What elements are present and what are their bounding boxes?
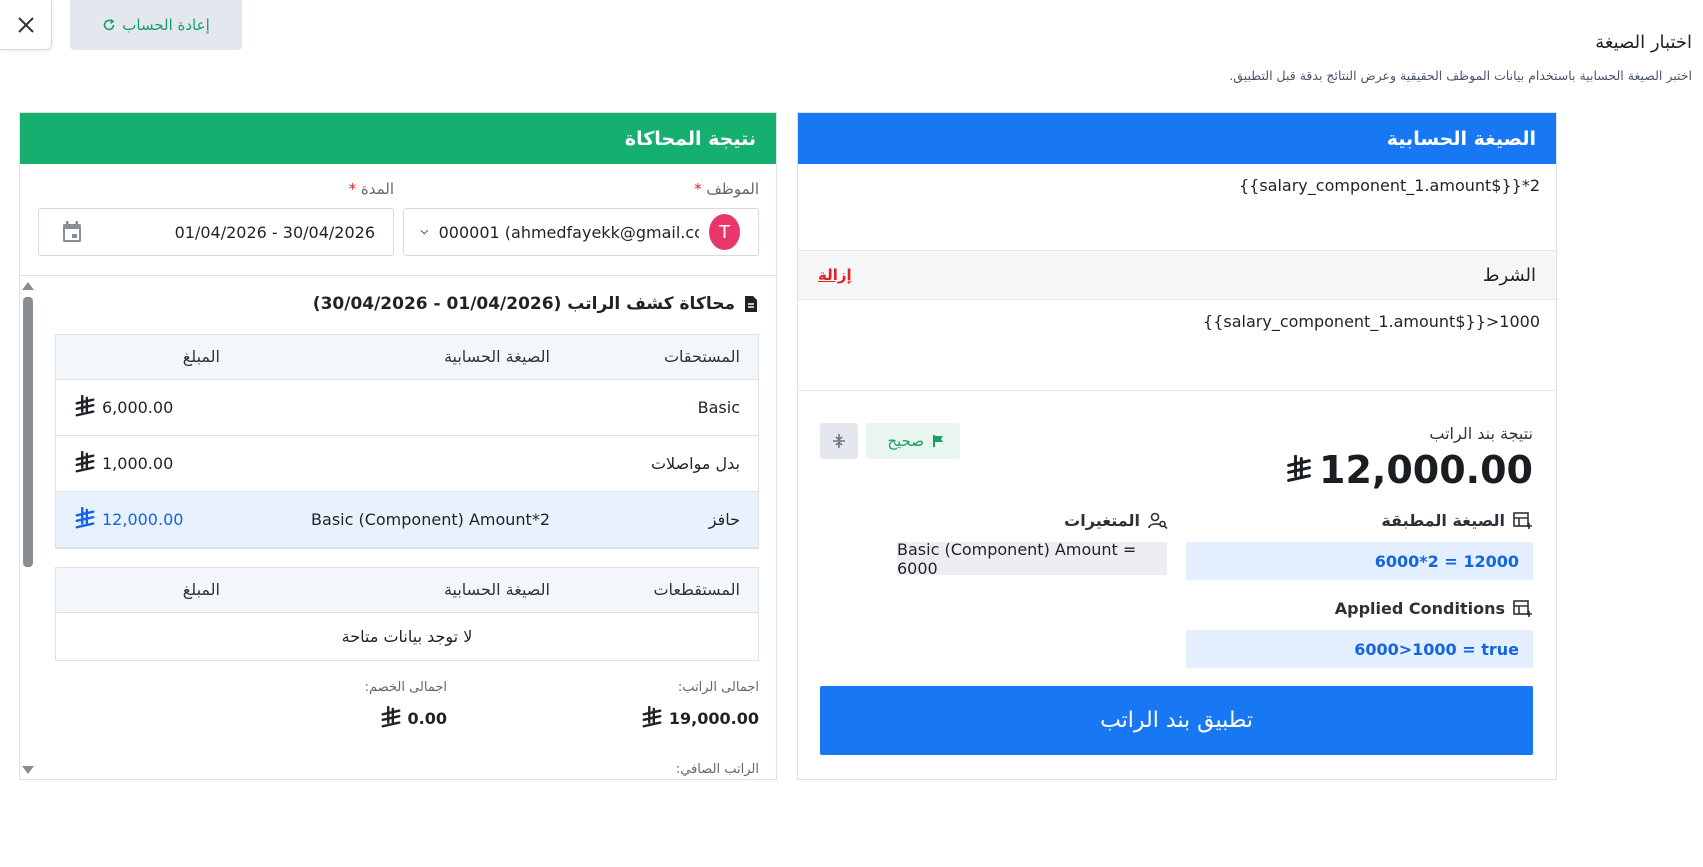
- formula-editor[interactable]: {{salary_component_1.amount$}}*2: [798, 164, 1556, 250]
- total-salary-value: 19,000.00: [641, 706, 759, 730]
- employee-label: الموظف *: [694, 180, 759, 198]
- simulation-panel-header: نتيجة المحاكاة: [20, 113, 776, 164]
- earning-name: بدل مواصلات: [568, 435, 758, 492]
- earnings-table: المستحقات الصيغة الحسابية المبلغ Basic 6…: [55, 334, 759, 549]
- remove-condition-link[interactable]: إزالة: [818, 266, 852, 284]
- total-deduction-value: 0.00: [380, 706, 447, 730]
- user-search-icon: [1148, 512, 1168, 529]
- result-value: 12,000.00: [1285, 448, 1533, 492]
- document-icon: [745, 296, 757, 312]
- deductions-table: المستقطعات الصيغة الحسابية المبلغ لا توج…: [55, 567, 759, 661]
- table-row: حافز Basic (Component) Amount*2 12,000.0…: [56, 491, 758, 548]
- scroll-down-arrow[interactable]: [22, 766, 34, 774]
- valid-badge: صحيح: [866, 423, 960, 459]
- calendar-icon: [63, 221, 81, 242]
- variables-label: المتغيرات: [1064, 511, 1168, 530]
- deductions-header-name: المستقطعات: [568, 568, 758, 613]
- table-add-icon: [1513, 511, 1532, 529]
- flag-icon: [933, 435, 943, 447]
- avatar: T: [709, 214, 740, 250]
- recalculate-label: إعادة الحساب: [122, 16, 210, 34]
- applied-formula-value: 6000*2 = 12000: [1186, 542, 1533, 580]
- riyal-icon: [641, 706, 663, 730]
- riyal-icon: [380, 706, 402, 730]
- net-salary-label: الراتب الصافي:: [675, 762, 759, 777]
- table-add-icon: [1513, 599, 1532, 617]
- scrollbar-thumb[interactable]: [23, 297, 33, 567]
- table-row: Basic 6,000.00: [56, 379, 758, 436]
- riyal-icon: [1285, 455, 1313, 485]
- condition-label: الشرط: [1482, 264, 1536, 286]
- period-value: 01/04/2026 - 30/04/2026: [174, 222, 375, 242]
- empty-state: لا توجد بيانات متاحة: [341, 626, 473, 646]
- earning-name: حافز: [568, 491, 758, 548]
- total-deduction-label: اجمالى الخصم:: [364, 680, 447, 695]
- earning-amount: 6,000.00: [56, 379, 238, 436]
- deductions-header-amount: المبلغ: [56, 568, 238, 613]
- earning-formula: [238, 379, 568, 436]
- result-label: نتيجة بند الراتب: [1429, 424, 1533, 443]
- chevron-down-icon: [420, 229, 429, 235]
- valid-label: صحيح: [887, 432, 924, 450]
- payslip-title: محاكاة كشف الراتب (01/04/2026 - 30/04/20…: [313, 294, 759, 314]
- earnings-header-formula: الصيغة الحسابية: [238, 335, 568, 380]
- condition-text: {{salary_component_1.amount$}}>1000: [1203, 312, 1540, 331]
- formula-text: {{salary_component_1.amount$}}*2: [1238, 176, 1540, 195]
- riyal-icon: [74, 395, 96, 419]
- earnings-header-amount: المبلغ: [56, 335, 238, 380]
- collapse-button[interactable]: [820, 423, 858, 459]
- period-input[interactable]: 01/04/2026 - 30/04/2026: [38, 208, 394, 256]
- applied-formula-label: الصيغة المطبقة: [1381, 511, 1533, 530]
- table-row: بدل مواصلات 1,000.00: [56, 435, 758, 492]
- riyal-icon: [74, 507, 96, 531]
- close-button[interactable]: [0, 0, 52, 50]
- formula-panel-header: الصيغة الحسابية: [798, 113, 1556, 164]
- applied-conditions-label: Applied Conditions: [1335, 599, 1533, 618]
- earning-amount: 12,000.00: [56, 491, 238, 548]
- scroll-up-arrow[interactable]: [22, 282, 34, 290]
- deductions-header-formula: الصيغة الحسابية: [238, 568, 568, 613]
- employee-value: 000001 (ahmedfayekk@gmail.com)...: [438, 222, 699, 242]
- apply-salary-item-button[interactable]: تطبيق بند الراتب: [820, 686, 1533, 755]
- variables-value: Basic (Component) Amount = 6000: [897, 540, 1167, 578]
- formula-panel-title: الصيغة الحسابية: [1386, 127, 1536, 150]
- refresh-icon: [103, 18, 115, 31]
- simulation-panel-title: نتيجة المحاكاة: [624, 127, 756, 150]
- condition-editor[interactable]: {{salary_component_1.amount$}}>1000: [798, 300, 1556, 390]
- earning-formula: [238, 435, 568, 492]
- close-icon: [17, 16, 34, 33]
- divider: [20, 275, 776, 276]
- condition-header: الشرط إزالة: [798, 250, 1556, 300]
- page-subtitle: اختبر الصيغة الحسابية باستخدام بيانات ال…: [1229, 68, 1692, 83]
- earning-amount: 1,000.00: [56, 435, 238, 492]
- recalculate-button[interactable]: إعادة الحساب: [70, 0, 242, 50]
- riyal-icon: [74, 451, 96, 475]
- page-title: اختبار الصيغة: [1595, 32, 1692, 53]
- earning-name: Basic: [568, 379, 758, 436]
- earnings-header-name: المستحقات: [568, 335, 758, 380]
- applied-conditions-value: 6000>1000 = true: [1186, 630, 1533, 668]
- total-salary-label: اجمالى الراتب:: [677, 680, 759, 695]
- compress-icon: [833, 434, 845, 448]
- period-label: المدة *: [348, 180, 394, 198]
- earning-formula: Basic (Component) Amount*2: [238, 491, 568, 548]
- employee-select[interactable]: 000001 (ahmedfayekk@gmail.com)... T: [403, 208, 759, 256]
- table-row: لا توجد بيانات متاحة: [56, 612, 758, 660]
